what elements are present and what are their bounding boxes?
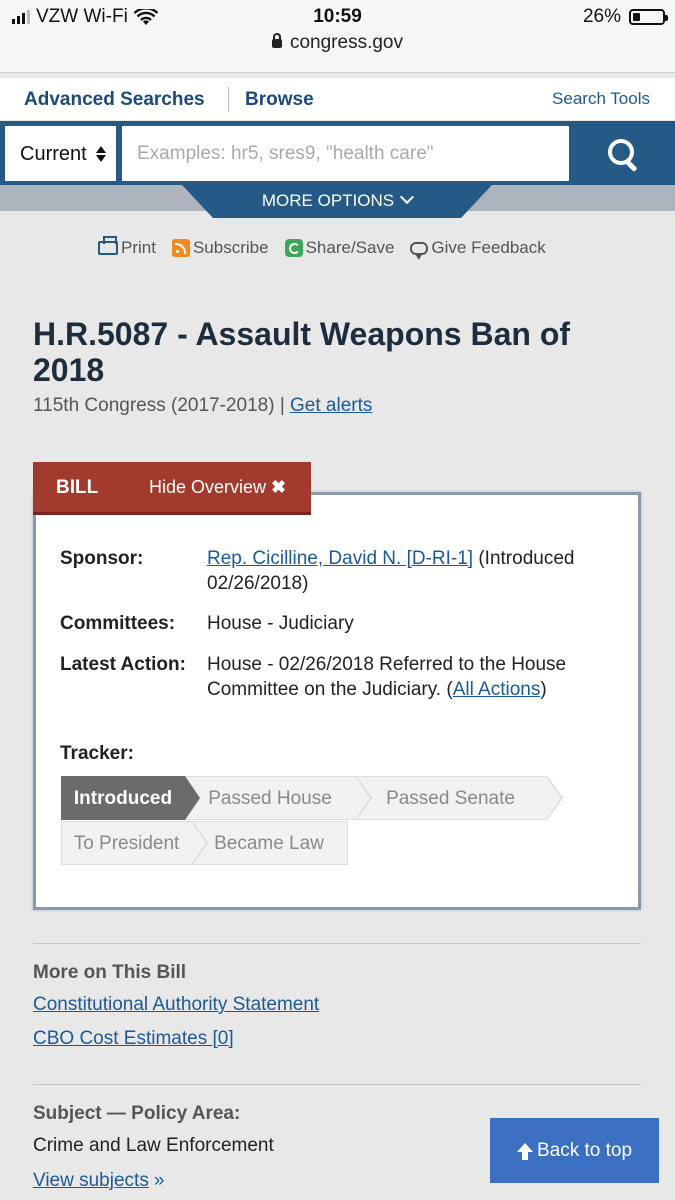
tracker-step-introduced: Introduced <box>61 776 200 820</box>
tracker-step-to-president: To President <box>61 821 208 865</box>
battery-percent: 26% <box>582 6 621 27</box>
share-icon <box>284 239 303 257</box>
sponsor-link[interactable]: Rep. Cicilline, David N. [D-RI-1] <box>207 548 473 569</box>
give-feedback-link[interactable]: Give Feedback <box>410 238 546 260</box>
sponsor-label: Sponsor: <box>60 548 144 569</box>
feedback-label: Give Feedback <box>431 238 546 257</box>
tracker-step-passed-house: Passed House <box>185 776 372 820</box>
congress-session: 115th Congress (2017-2018) <box>33 395 275 416</box>
overview-tab-bar: BILL Hide Overview ✖ <box>33 462 311 515</box>
hide-overview-label: Hide Overview <box>149 477 267 497</box>
battery-info: 26% <box>582 6 668 28</box>
constitutional-authority-link[interactable]: Constitutional Authority Statement <box>33 994 319 1016</box>
back-to-top-button[interactable]: Back to top <box>490 1118 659 1183</box>
tracker-label: Tracker: <box>60 743 134 764</box>
committees-row: Committees: House - Judiciary <box>60 611 620 637</box>
nav-divider <box>228 87 229 112</box>
congress-separator: | <box>279 395 285 416</box>
double-chevron-right-icon: » <box>153 1170 165 1191</box>
tracker-step-became-law: Became Law <box>191 821 348 865</box>
ios-status-bar: VZW Wi-Fi 10:59 26% congress.gov <box>0 0 675 73</box>
tracker-step-label: Introduced <box>73 788 173 809</box>
cbo-cost-estimates-link[interactable]: CBO Cost Estimates [0] <box>33 1028 234 1050</box>
committees-label: Committees: <box>60 613 176 634</box>
subscribe-link[interactable]: Subscribe <box>171 238 269 258</box>
latest-action-label: Latest Action: <box>60 654 186 675</box>
more-options-label: MORE OPTIONS <box>261 191 395 210</box>
congress-line: 115th Congress (2017-2018) | Get alerts <box>33 395 372 417</box>
search-icon <box>608 139 634 165</box>
address-bar[interactable]: congress.gov <box>0 32 675 54</box>
top-nav: Advanced Searches Browse Search Tools <box>0 78 675 120</box>
tracker-step-label: Passed Senate <box>386 788 515 809</box>
search-tools-link[interactable]: Search Tools <box>552 89 650 109</box>
speech-bubble-icon <box>410 241 429 260</box>
select-caret-icon <box>96 146 106 162</box>
all-actions-link[interactable]: All Actions <box>453 679 541 700</box>
back-to-top-label: Back to top <box>536 1139 633 1161</box>
close-icon: ✖ <box>271 477 287 497</box>
tracker-step-label: Became Law <box>214 833 324 854</box>
committees-value: House - Judiciary <box>207 613 354 634</box>
battery-fill <box>633 13 641 21</box>
search-button[interactable] <box>575 126 675 181</box>
search-input[interactable] <box>122 126 569 181</box>
section-divider <box>33 943 641 944</box>
search-scope-value: Current <box>20 143 87 165</box>
latest-action-value: House - 02/26/2018 Referred to the House… <box>207 652 597 702</box>
lock-icon <box>271 33 282 48</box>
latest-action-row: Latest Action: House - 02/26/2018 Referr… <box>60 652 620 702</box>
print-link[interactable]: Print <box>98 236 156 258</box>
tracker-step-label: Passed House <box>208 788 332 809</box>
all-actions-close-paren: ) <box>540 679 547 700</box>
tracker-step-passed-senate: Passed Senate <box>355 776 563 820</box>
share-label: Share/Save <box>305 238 395 257</box>
share-save-link[interactable]: Share/Save <box>284 238 395 258</box>
sponsor-row: Sponsor: Rep. Cicilline, David N. [D-RI-… <box>60 546 620 596</box>
printer-icon <box>98 236 118 255</box>
tracker-step-label: To President <box>73 833 180 854</box>
subscribe-label: Subscribe <box>192 238 269 257</box>
bill-title: H.R.5087 - Assault Weapons Ban of 2018 <box>33 316 571 388</box>
print-label: Print <box>121 238 156 257</box>
view-subjects-link[interactable]: View subjects» <box>33 1170 164 1192</box>
battery-icon <box>629 9 668 25</box>
rss-icon <box>171 239 190 257</box>
subject-policy-heading: Subject — Policy Area: <box>33 1103 241 1124</box>
utility-links: Print Subscribe Share/Save Give Feedback <box>98 236 546 260</box>
sponsor-value: Rep. Cicilline, David N. [D-RI-1] (Intro… <box>207 546 597 596</box>
advanced-searches-link[interactable]: Advanced Searches <box>24 89 205 111</box>
policy-area-value: Crime and Law Enforcement <box>33 1135 274 1156</box>
section-divider <box>33 1084 641 1085</box>
more-options-button[interactable]: MORE OPTIONS <box>182 185 492 218</box>
browse-link[interactable]: Browse <box>245 89 314 111</box>
url-text: congress.gov <box>289 32 403 53</box>
bill-tab[interactable]: BILL <box>56 477 98 499</box>
search-scope-select[interactable]: Current <box>5 126 116 181</box>
more-on-bill-heading: More on This Bill <box>33 962 187 983</box>
view-subjects-label: View subjects <box>33 1170 149 1191</box>
chevron-down-icon <box>400 189 415 205</box>
get-alerts-link[interactable]: Get alerts <box>290 395 372 416</box>
search-bar: Current <box>0 121 675 185</box>
clock: 10:59 <box>313 6 362 27</box>
arrow-up-icon <box>516 1142 533 1160</box>
hide-overview-button[interactable]: Hide Overview ✖ <box>149 477 286 498</box>
